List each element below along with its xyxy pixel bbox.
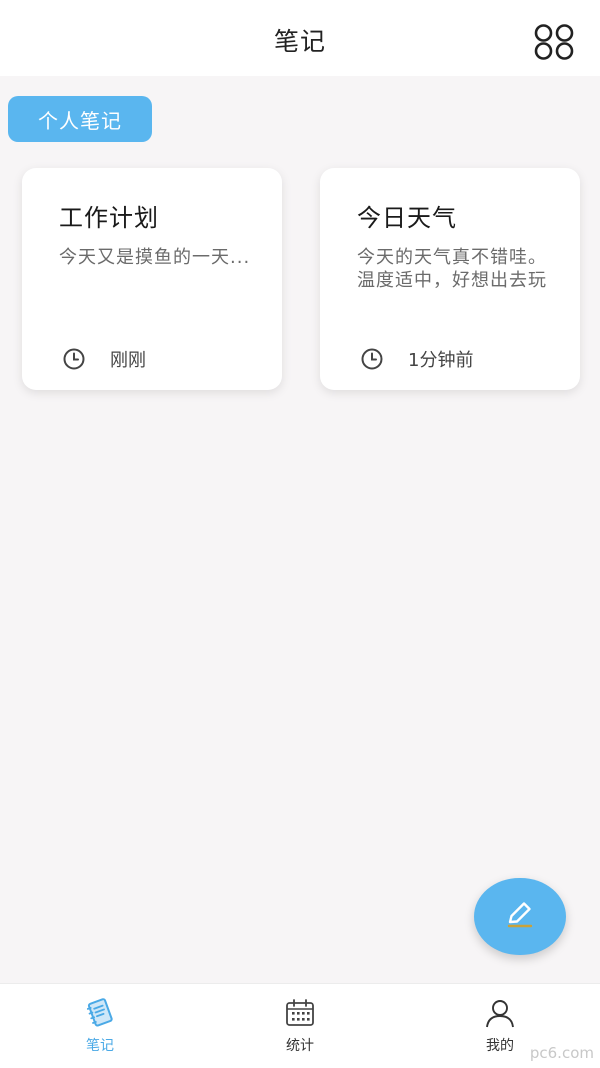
bottom-nav: 笔记 统计 我的 pc6.com: [0, 983, 600, 1068]
notebook-icon: [84, 998, 116, 1028]
note-preview: 今天又是摸鱼的一天...: [59, 247, 251, 268]
calendar-icon: [284, 998, 316, 1028]
tab-notes-label: 笔记: [86, 1038, 114, 1054]
grid-icon[interactable]: [534, 24, 574, 60]
note-time-label: 刚刚: [110, 350, 146, 371]
note-preview: 今天的天气真不错哇。温度适中，好想出去玩: [357, 247, 547, 291]
tab-stats-label: 统计: [286, 1038, 314, 1054]
new-note-button[interactable]: [474, 878, 566, 955]
note-title: 工作计划: [59, 204, 159, 232]
watermark: pc6.com: [529, 1044, 594, 1062]
note-card[interactable]: 今日天气 今天的天气真不错哇。温度适中，好想出去玩 1分钟前: [320, 168, 580, 390]
clock-icon: [62, 347, 86, 371]
note-time: 1分钟前: [360, 346, 473, 372]
note-time: 刚刚: [62, 346, 146, 372]
category-chip[interactable]: 个人笔记: [8, 96, 152, 142]
user-icon: [484, 998, 516, 1028]
note-card[interactable]: 工作计划 今天又是摸鱼的一天... 刚刚: [22, 168, 282, 390]
clock-icon: [360, 347, 384, 371]
note-time-label: 1分钟前: [408, 350, 474, 371]
tab-notes[interactable]: 笔记: [0, 984, 200, 1068]
tab-stats[interactable]: 统计: [200, 984, 400, 1068]
edit-icon: [503, 898, 537, 936]
top-bar: 笔记: [0, 0, 600, 76]
note-title: 今日天气: [357, 204, 457, 232]
page-title: 笔记: [273, 27, 326, 56]
